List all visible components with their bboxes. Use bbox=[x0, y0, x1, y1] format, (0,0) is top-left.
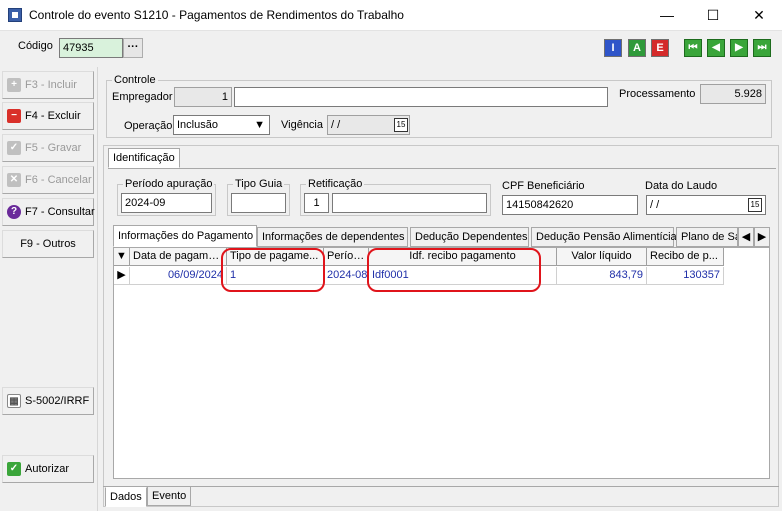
operacao-select[interactable]: Inclusão ▼ bbox=[173, 115, 270, 135]
tipo-guia-label: Tipo Guia bbox=[233, 178, 285, 190]
left-panel: + F3 - Incluir − F4 - Excluir ✓ F5 - Gra… bbox=[0, 67, 98, 511]
processamento-value: 5.928 bbox=[700, 84, 766, 104]
row-indicator-header: ▼ bbox=[114, 248, 130, 266]
tab-identificacao[interactable]: Identificação bbox=[108, 148, 180, 168]
column-header[interactable]: Data de pagame... bbox=[130, 248, 227, 266]
operacao-label: Operação bbox=[124, 120, 173, 132]
s5002-button[interactable]: ▦ S-5002/IRRF bbox=[2, 387, 94, 415]
alter-button[interactable]: A bbox=[628, 39, 646, 57]
check-icon: ✓ bbox=[7, 462, 21, 476]
vigencia-value: / / bbox=[331, 119, 341, 131]
close-button[interactable]: ✕ bbox=[736, 0, 782, 31]
incluir-button[interactable]: + F3 - Incluir bbox=[2, 71, 94, 99]
tab-informacoes-dependentes[interactable]: Informações de dependentes bbox=[257, 227, 408, 247]
highlight-idf-recibo bbox=[367, 248, 541, 292]
tab-informacoes-pagamento[interactable]: Informações do Pagamento bbox=[113, 225, 257, 247]
minimize-button[interactable]: — bbox=[644, 0, 690, 31]
s5002-label: S-5002/IRRF bbox=[25, 395, 90, 407]
empregador-name[interactable] bbox=[234, 87, 608, 107]
codigo-label: Código bbox=[18, 40, 53, 52]
maximize-button[interactable]: ☐ bbox=[690, 0, 736, 31]
cpf-label: CPF Beneficiário bbox=[502, 180, 585, 192]
excluir-label: F4 - Excluir bbox=[25, 110, 81, 122]
title-bar: Controle do evento S1210 - Pagamentos de… bbox=[0, 0, 782, 31]
nav-first-button[interactable]: ⏮ bbox=[684, 39, 702, 57]
retificacao-label: Retificação bbox=[306, 178, 365, 190]
excluir-button[interactable]: − F4 - Excluir bbox=[2, 102, 94, 130]
outros-button[interactable]: F9 - Outros bbox=[2, 230, 94, 258]
periodo-label: Período apuração bbox=[123, 178, 215, 190]
tipo-guia-input[interactable] bbox=[231, 193, 286, 213]
processamento-label: Processamento bbox=[619, 88, 696, 100]
calendar-icon[interactable]: 15 bbox=[394, 118, 408, 132]
consultar-button[interactable]: ? F7 - Consultar bbox=[2, 198, 95, 226]
table-cell[interactable]: 2024-08 bbox=[324, 267, 369, 285]
delete-button[interactable]: E bbox=[651, 39, 669, 57]
tab-dados[interactable]: Dados bbox=[105, 487, 147, 507]
app-icon bbox=[8, 8, 22, 22]
controle-title: Controle bbox=[112, 74, 158, 86]
codigo-input[interactable]: 47935 bbox=[59, 38, 123, 58]
tab-plano-saude[interactable]: Plano de Sa bbox=[676, 227, 738, 247]
incluir-label: F3 - Incluir bbox=[25, 79, 77, 91]
tab-divider bbox=[108, 168, 776, 169]
cancelar-label: F6 - Cancelar bbox=[25, 174, 92, 186]
gravar-label: F5 - Gravar bbox=[25, 142, 82, 154]
empregador-label: Empregador bbox=[112, 91, 173, 103]
gravar-button[interactable]: ✓ F5 - Gravar bbox=[2, 134, 94, 162]
periodo-input[interactable]: 2024-09 bbox=[121, 193, 212, 213]
autorizar-button[interactable]: ✓ Autorizar bbox=[2, 455, 94, 483]
retificacao-code[interactable]: 1 bbox=[304, 193, 329, 213]
table-cell[interactable]: 130357 bbox=[647, 267, 724, 285]
minus-icon: − bbox=[7, 109, 21, 123]
cpf-input[interactable]: 14150842620 bbox=[502, 195, 638, 215]
row-pointer-icon: ▶ bbox=[114, 267, 130, 285]
highlight-tipo-pagamento bbox=[221, 248, 325, 292]
bottom-tab-divider bbox=[103, 486, 779, 487]
retificacao-input[interactable] bbox=[332, 193, 487, 213]
laudo-value: / / bbox=[650, 199, 660, 211]
x-icon: ✕ bbox=[7, 173, 21, 187]
autorizar-label: Autorizar bbox=[25, 463, 70, 475]
tab-deducao-pensao[interactable]: Dedução Pensão Alimentícia bbox=[531, 227, 677, 247]
column-header[interactable]: Período bbox=[324, 248, 369, 266]
window-title: Controle do evento S1210 - Pagamentos de… bbox=[29, 8, 404, 22]
cancelar-button[interactable]: ✕ F6 - Cancelar bbox=[2, 166, 94, 194]
check-icon: ✓ bbox=[7, 141, 21, 155]
laudo-label: Data do Laudo bbox=[645, 180, 718, 192]
nav-prev-button[interactable]: ◀ bbox=[707, 39, 725, 57]
tab-evento[interactable]: Evento bbox=[147, 486, 191, 506]
grid-icon: ▦ bbox=[7, 394, 21, 408]
info-button[interactable]: I bbox=[604, 39, 622, 57]
chevron-down-icon: ▼ bbox=[254, 119, 265, 131]
table-cell[interactable]: 06/09/2024 bbox=[130, 267, 227, 285]
nav-next-button[interactable]: ▶ bbox=[730, 39, 748, 57]
operacao-value: Inclusão bbox=[177, 119, 218, 131]
consultar-label: F7 - Consultar bbox=[25, 206, 95, 218]
outros-label: F9 - Outros bbox=[20, 238, 76, 250]
nav-last-button[interactable]: ⏭ bbox=[753, 39, 771, 57]
tab-deducao-dependentes[interactable]: Dedução Dependentes bbox=[410, 227, 529, 247]
vigencia-label: Vigência bbox=[281, 119, 323, 131]
tab-scroll-left-icon[interactable]: ◀ bbox=[738, 227, 754, 247]
tab-scroll-right-icon[interactable]: ▶ bbox=[754, 227, 770, 247]
plus-icon: + bbox=[7, 78, 21, 92]
column-header[interactable]: Recibo de p... bbox=[647, 248, 724, 266]
empregador-code: 1 bbox=[174, 87, 232, 107]
codigo-lookup-button[interactable]: ··· bbox=[123, 38, 143, 58]
table-cell[interactable]: 843,79 bbox=[557, 267, 647, 285]
calendar-icon[interactable]: 15 bbox=[748, 198, 762, 212]
question-icon: ? bbox=[7, 205, 21, 219]
column-header[interactable]: Valor líquido bbox=[557, 248, 647, 266]
